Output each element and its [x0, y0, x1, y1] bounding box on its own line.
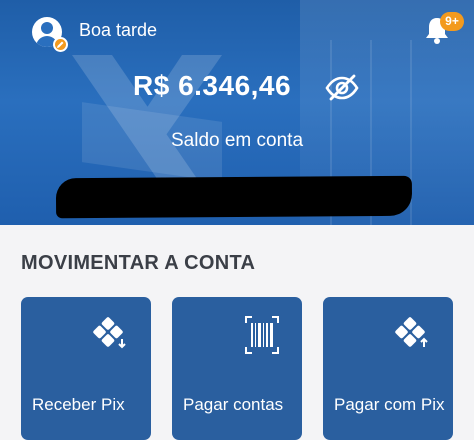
hide-balance-eye-icon[interactable]	[324, 73, 360, 103]
balance-label: Saldo em conta	[170, 130, 304, 151]
edit-profile-icon[interactable]	[53, 37, 68, 52]
pagar-com-pix-label: Pagar com Pix	[334, 395, 445, 414]
receber-pix-button[interactable]: Receber Pix	[21, 297, 151, 440]
pix-receive-icon	[21, 315, 151, 355]
barcode-icon	[172, 315, 302, 355]
pagar-com-pix-button[interactable]: Pagar com Pix	[323, 297, 453, 440]
pagar-contas-button[interactable]: Pagar contas	[172, 297, 302, 440]
header-banner: Boa tarde 9+ R$ 6.346,46 Saldo em conta	[0, 0, 474, 225]
balance-amount: R$ 6.346,46	[133, 70, 292, 101]
greeting-text: Boa tarde	[79, 20, 158, 40]
avatar-head	[41, 22, 53, 34]
notification-badge: 9+	[440, 12, 464, 31]
section-title: MOVIMENTAR A CONTA	[21, 252, 256, 274]
pix-send-icon	[323, 315, 453, 355]
redacted-account-info	[55, 175, 413, 219]
receber-pix-label: Receber Pix	[32, 395, 125, 414]
pagar-contas-label: Pagar contas	[183, 395, 284, 414]
